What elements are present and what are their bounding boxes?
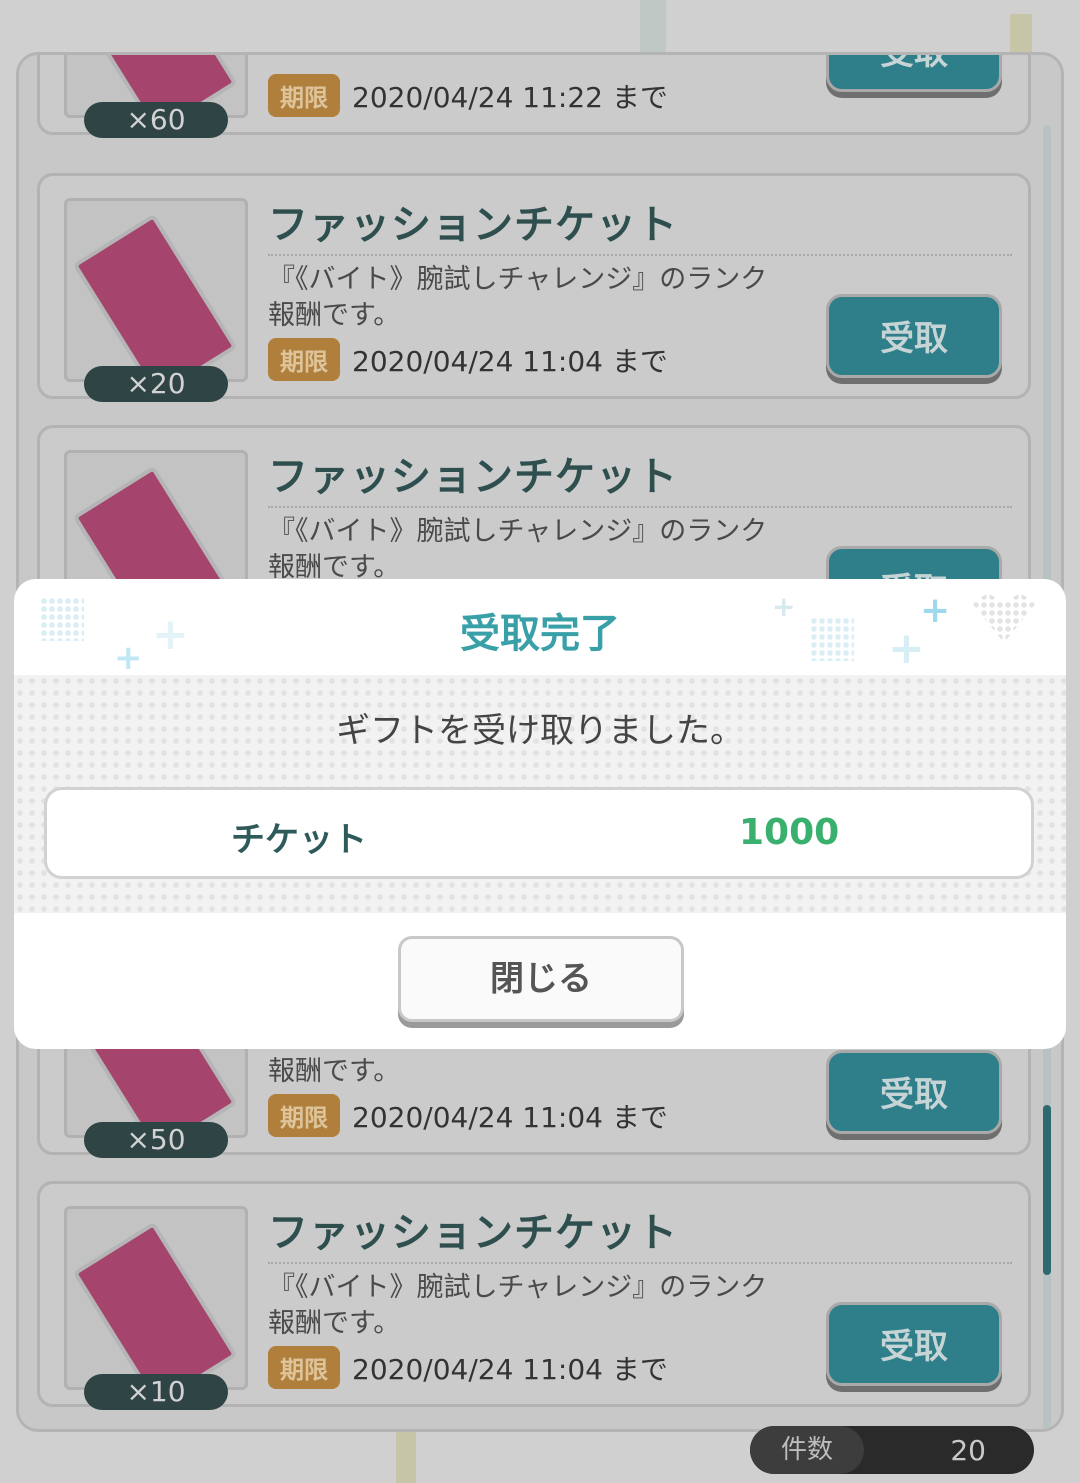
item-description: 『《バイト》腕試しチャレンジ』のランク 報酬です。 bbox=[268, 262, 788, 334]
fashion-ticket-icon bbox=[72, 1221, 238, 1387]
divider bbox=[268, 254, 1012, 256]
divider bbox=[268, 1262, 1012, 1264]
description-line: 報酬です。 bbox=[268, 1056, 401, 1087]
receive-button[interactable]: 受取 bbox=[826, 1050, 1002, 1134]
deadline-badge: 期限 bbox=[268, 1094, 340, 1137]
deadline-date: 2020/04/24 11:04 まで bbox=[352, 1352, 668, 1386]
item-thumbnail bbox=[64, 1206, 248, 1390]
deadline-date: 2020/04/24 11:22 まで bbox=[352, 80, 668, 114]
item-count-label: 件数 bbox=[750, 1426, 864, 1474]
reward-row: チケット 1000 bbox=[44, 787, 1034, 879]
item-description: 『《バイト》腕試しチャレンジ』のランク 報酬です。 bbox=[268, 1270, 788, 1342]
gift-card: ×20 ファッションチケット 『《バイト》腕試しチャレンジ』のランク 報酬です。… bbox=[37, 173, 1031, 402]
receive-button[interactable]: 受取 bbox=[826, 1302, 1002, 1386]
deadline-date: 2020/04/24 11:04 まで bbox=[352, 1100, 668, 1134]
gift-card: ×60 期限 2020/04/24 11:22 まで 受取 bbox=[37, 55, 1031, 138]
receive-complete-dialog: + + + + + 受取完了 ギフトを受け取りました。 チケット 1000 閉じ… bbox=[14, 579, 1066, 1049]
close-button[interactable]: 閉じる bbox=[398, 936, 684, 1022]
description-line: 『《バイト》腕試しチャレンジ』のランク bbox=[268, 264, 768, 295]
dialog-title: 受取完了 bbox=[460, 611, 620, 657]
item-count: 件数 20 bbox=[750, 1426, 1034, 1474]
item-quantity: ×50 bbox=[84, 1122, 228, 1158]
deadline-badge: 期限 bbox=[268, 74, 340, 117]
reward-amount: 1000 bbox=[739, 812, 840, 853]
item-quantity: ×60 bbox=[84, 102, 228, 138]
deadline-badge: 期限 bbox=[268, 1346, 340, 1389]
description-line: 『《バイト》腕試しチャレンジ』のランク bbox=[268, 516, 768, 547]
description-line: 報酬です。 bbox=[268, 300, 401, 331]
description-line: 『《バイト》腕試しチャレンジ』のランク bbox=[268, 1272, 768, 1303]
deadline-badge: 期限 bbox=[268, 338, 340, 381]
dialog-message: ギフトを受け取りました。 bbox=[336, 711, 744, 751]
gift-card: ×10 ファッションチケット 『《バイト》腕試しチャレンジ』のランク 報酬です。… bbox=[37, 1181, 1031, 1410]
description-line: 報酬です。 bbox=[268, 1308, 401, 1339]
receive-button[interactable]: 受取 bbox=[826, 294, 1002, 378]
item-name: ファッションチケット bbox=[268, 202, 678, 248]
item-count-value: 20 bbox=[950, 1433, 986, 1467]
receive-button[interactable]: 受取 bbox=[826, 55, 1002, 92]
item-description: 『《バイト》腕試しチャレンジ』のランク 報酬です。 bbox=[268, 514, 788, 586]
item-name: ファッションチケット bbox=[268, 454, 678, 500]
deadline-date: 2020/04/24 11:04 まで bbox=[352, 344, 668, 378]
item-quantity: ×20 bbox=[84, 366, 228, 402]
item-description: 報酬です。 bbox=[268, 1054, 788, 1090]
item-thumbnail bbox=[64, 198, 248, 382]
reward-name: チケット bbox=[231, 820, 367, 860]
divider bbox=[268, 506, 1012, 508]
bg-decoration bbox=[640, 0, 666, 52]
item-quantity: ×10 bbox=[84, 1374, 228, 1410]
item-name: ファッションチケット bbox=[268, 1210, 678, 1256]
fashion-ticket-icon bbox=[72, 213, 238, 379]
scrollbar-thumb[interactable] bbox=[1043, 1105, 1051, 1275]
